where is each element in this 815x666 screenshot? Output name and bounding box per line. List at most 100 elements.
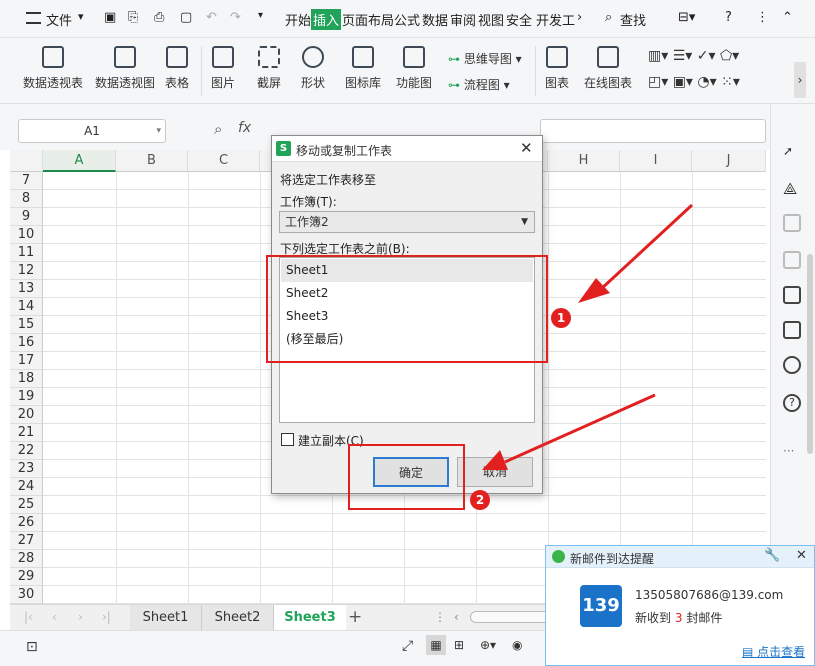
row-header[interactable]: 9 [10,208,43,226]
sheet-tab-2[interactable]: Sheet2 [202,605,274,630]
column-header[interactable]: I [620,150,692,172]
preview-icon[interactable]: ▢ [180,10,192,25]
crop-icon[interactable] [783,214,801,232]
export-icon[interactable]: ⎘ [128,10,138,25]
shape-button[interactable]: 形状 [298,46,328,91]
image-icon[interactable] [783,321,801,339]
tab-review[interactable]: 审阅 [450,10,476,29]
macro-icon[interactable]: ⊡ [26,639,38,655]
page-layout-icon[interactable]: ⊕▾ [480,638,496,652]
row-header[interactable]: 23 [10,460,43,478]
tab-page-layout[interactable]: 页面布局 [342,10,394,29]
fullscreen-icon[interactable]: ⤢ [402,638,413,654]
select-all-corner[interactable] [10,150,43,172]
tab-data[interactable]: 数据 [422,10,448,29]
save-icon[interactable]: ▣ [104,10,116,25]
row-header[interactable]: 13 [10,280,43,298]
last-sheet-icon[interactable]: ›| [102,610,111,624]
row-header[interactable]: 12 [10,262,43,280]
chart-button[interactable]: 图表 [542,46,572,91]
sheet-tab-3[interactable]: Sheet3 [274,605,346,630]
chevron-down-icon[interactable]: ▾ [78,10,84,23]
tab-insert[interactable]: 插入 [311,9,342,30]
file-menu[interactable]: 文件 [46,10,72,29]
row-header[interactable]: 11 [10,244,43,262]
redo-icon[interactable]: ↷ [230,10,241,25]
row-header[interactable]: 28 [10,550,43,568]
row-header[interactable]: 26 [10,514,43,532]
scroll-right-icon[interactable]: › [577,10,582,25]
tab-view[interactable]: 视图 [478,10,504,29]
more-dots-icon[interactable]: ··· [783,444,794,458]
view-mail-link[interactable]: ▤ 点击查看 [742,643,805,660]
fx-icon[interactable]: fx [238,120,251,136]
column-header[interactable]: H [548,150,620,172]
shield-icon[interactable] [783,356,801,374]
prev-sheet-icon[interactable]: ‹ [52,610,57,624]
add-sheet-icon[interactable]: + [348,607,362,627]
table-button[interactable]: 表格 [160,46,194,91]
column-chart-icon[interactable]: ▥▾ ☰▾ ✓▾ ⬠▾ [648,48,739,64]
row-header[interactable]: 30 [10,586,43,604]
next-sheet-icon[interactable]: › [78,610,83,624]
workbook-select[interactable]: 工作簿2 ▼ [279,211,535,233]
function-chart-button[interactable]: 功能图 [392,46,436,91]
collapse-icon[interactable]: ⌃ [782,10,793,25]
ribbon-scroll-icon[interactable]: › [794,62,806,98]
tab-home[interactable]: 开始 [285,10,311,29]
line-chart-icon[interactable]: ◰▾ ▣▾ ◔▾ ⁙▾ [648,74,740,90]
normal-view-icon[interactable]: ▦ [426,635,446,655]
hamburger-icon[interactable] [26,12,41,24]
mind-map-button[interactable]: ⊶ 思维导图 ▾ [448,50,522,67]
column-header[interactable]: C [188,150,260,172]
column-header[interactable]: B [116,150,188,172]
tab-scroll-icon[interactable]: ⋮ [434,610,446,624]
wrench-icon[interactable]: 🔧 [764,548,780,563]
first-sheet-icon[interactable]: |‹ [24,610,33,624]
row-header[interactable]: 17 [10,352,43,370]
row-header[interactable]: 18 [10,370,43,388]
name-box[interactable]: A1 ▾ [18,119,166,143]
zoom-icon[interactable]: ⌕ [214,120,222,138]
pivot-table-button[interactable]: 数据透视表 [20,46,86,91]
copy-checkbox[interactable] [281,433,294,446]
tab-developer[interactable]: 开发工 [536,10,575,29]
scroll-left-icon[interactable]: ‹ [454,610,459,624]
column-header[interactable]: J [692,150,766,172]
print-icon[interactable]: ⎙ [154,10,164,25]
help-icon[interactable]: ? [725,10,732,25]
row-header[interactable]: 20 [10,406,43,424]
close-icon[interactable]: ✕ [520,139,533,157]
row-header[interactable]: 19 [10,388,43,406]
help-circle-icon[interactable]: ? [783,394,801,412]
sheet-tab-1[interactable]: Sheet1 [130,605,202,630]
picture-button[interactable]: 图片 [208,46,238,91]
row-header[interactable]: 27 [10,532,43,550]
icon-library-button[interactable]: 图标库 [343,46,383,91]
row-header[interactable]: 21 [10,424,43,442]
formula-input[interactable] [540,119,766,143]
row-header[interactable]: 16 [10,334,43,352]
row-header[interactable]: 25 [10,496,43,514]
flowchart-button[interactable]: ⊶ 流程图 ▾ [448,76,510,93]
tab-security[interactable]: 安全 [506,10,532,29]
eye-protect-icon[interactable]: ◉ [512,638,522,652]
search-label[interactable]: 查找 [620,10,646,29]
screenshot-button[interactable]: 截屏 [254,46,284,91]
row-header[interactable]: 29 [10,568,43,586]
row-header[interactable]: 24 [10,478,43,496]
row-header[interactable]: 8 [10,190,43,208]
close-icon[interactable]: ✕ [796,548,807,563]
tab-formulas[interactable]: 公式 [394,10,420,29]
column-header[interactable]: A [43,150,116,172]
search-icon[interactable]: ⌕ [605,10,612,25]
shape-fill-icon[interactable]: ⟁ [783,179,801,198]
vertical-scrollbar[interactable] [807,254,813,454]
select-pointer-icon[interactable]: ➚ [783,144,801,162]
undo-icon[interactable]: ↶ [206,10,217,25]
row-header[interactable]: 15 [10,316,43,334]
row-header[interactable]: 14 [10,298,43,316]
more-icon[interactable]: ▾ [258,10,263,21]
edit-icon[interactable] [783,251,801,269]
pivot-chart-button[interactable]: 数据透视图 [92,46,158,91]
